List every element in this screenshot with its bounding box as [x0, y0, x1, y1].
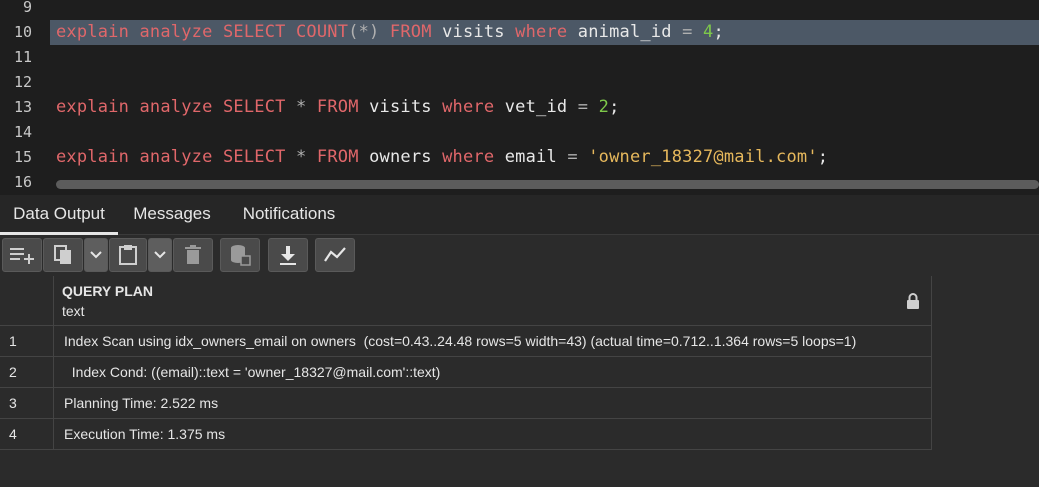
code-token: ;	[817, 147, 829, 167]
line-number: 14	[13, 123, 32, 141]
code-token: visits	[442, 22, 516, 42]
line-code[interactable]: explain analyze SELECT * FROM visits whe…	[56, 95, 620, 120]
copy-icon	[54, 245, 71, 264]
download-button[interactable]	[268, 238, 308, 272]
code-token: ;	[609, 97, 620, 117]
grid-border	[931, 276, 932, 326]
row-number[interactable]: 4	[0, 419, 54, 449]
column-name[interactable]: QUERY PLAN	[62, 283, 153, 299]
query-plan-cell[interactable]: Execution Time: 1.375 ms	[64, 419, 920, 449]
save-data-button[interactable]	[220, 238, 260, 272]
editor-line-12[interactable]: 12	[0, 70, 1039, 95]
code-token: vet_id	[504, 97, 578, 117]
line-number: 15	[13, 148, 32, 166]
code-token: visits	[369, 97, 443, 117]
copy-button[interactable]	[43, 238, 83, 272]
code-token: 2	[598, 97, 610, 117]
graph-visualiser-button[interactable]	[315, 238, 355, 272]
sql-editor[interactable]: 9 10 explain analyze SELECT COUNT(*) FRO…	[0, 0, 1039, 195]
paste-icon	[119, 245, 137, 265]
code-token: (*)	[348, 22, 380, 42]
table-row[interactable]: 2 Index Cond: ((email)::text = 'owner_18…	[0, 357, 932, 388]
code-token: 'owner_18327@mail.com'	[588, 147, 818, 167]
chevron-down-icon	[90, 251, 102, 259]
line-number: 9	[22, 0, 32, 16]
code-token: where	[515, 22, 578, 42]
query-plan-cell[interactable]: Index Cond: ((email)::text = 'owner_1832…	[64, 357, 920, 387]
paste-button[interactable]	[109, 238, 147, 272]
line-number: 10	[13, 23, 32, 41]
code-token: FROM	[316, 147, 370, 167]
line-number: 12	[13, 73, 32, 91]
paste-options-dropdown[interactable]	[148, 238, 172, 272]
line-code[interactable]: explain analyze SELECT * FROM owners whe…	[56, 145, 828, 170]
editor-line-9[interactable]: 9	[0, 0, 1039, 20]
table-row[interactable]: 1 Index Scan using idx_owners_email on o…	[0, 326, 932, 357]
line-number: 11	[13, 48, 32, 66]
code-token: email	[504, 147, 568, 167]
download-icon	[280, 246, 296, 265]
code-token: *	[296, 147, 317, 167]
code-token: animal_id	[577, 22, 683, 42]
editor-line-11[interactable]: 11	[0, 45, 1039, 70]
row-number[interactable]: 3	[0, 388, 54, 418]
code-token: explain analyze SELECT COUNT	[56, 22, 349, 42]
code-token: where	[442, 147, 505, 167]
tab-messages[interactable]: Messages	[118, 195, 226, 235]
grid-corner[interactable]	[0, 276, 54, 326]
horizontal-scrollbar[interactable]	[56, 180, 1039, 189]
editor-line-14[interactable]: 14	[0, 120, 1039, 145]
code-token: FROM	[379, 22, 443, 42]
editor-line-13[interactable]: 13 explain analyze SELECT * FROM visits …	[0, 95, 1039, 120]
column-type: text	[62, 303, 85, 319]
code-token: 4	[703, 22, 714, 42]
code-token: owners	[369, 147, 443, 167]
code-token: ;	[713, 22, 724, 42]
line-number: 13	[13, 98, 32, 116]
code-token: =	[577, 97, 599, 117]
data-output-toolbar	[0, 235, 1039, 276]
tab-data-output[interactable]: Data Output	[0, 195, 118, 235]
row-number[interactable]: 2	[0, 357, 54, 387]
save-data-icon	[231, 245, 251, 266]
add-row-button[interactable]	[2, 238, 42, 272]
delete-row-button[interactable]	[173, 238, 213, 272]
graph-icon	[324, 247, 346, 262]
lock-icon	[907, 293, 919, 309]
grid-header: QUERY PLAN text	[0, 276, 932, 326]
query-plan-cell[interactable]: Planning Time: 2.522 ms	[64, 388, 920, 418]
code-token: =	[567, 147, 589, 167]
chevron-down-icon	[154, 251, 166, 259]
row-number[interactable]: 1	[0, 326, 54, 356]
add-row-icon	[10, 248, 34, 264]
table-row[interactable]: 4 Execution Time: 1.375 ms	[0, 419, 932, 450]
result-tabs: Data Output Messages Notifications	[0, 195, 1039, 235]
delete-icon	[185, 245, 201, 264]
tab-notifications[interactable]: Notifications	[226, 195, 352, 235]
line-code[interactable]: explain analyze SELECT COUNT(*) FROM vis…	[56, 20, 724, 45]
line-number: 16	[13, 173, 32, 191]
copy-options-dropdown[interactable]	[84, 238, 108, 272]
code-token: =	[682, 22, 703, 42]
query-plan-cell[interactable]: Index Scan using idx_owners_email on own…	[64, 326, 920, 356]
code-token: explain analyze SELECT	[56, 147, 297, 167]
table-row[interactable]: 3 Planning Time: 2.522 ms	[0, 388, 932, 419]
editor-line-15[interactable]: 15 explain analyze SELECT * FROM owners …	[0, 145, 1039, 170]
code-token: where	[442, 97, 505, 117]
code-token: explain analyze SELECT	[56, 97, 297, 117]
code-token: FROM	[316, 97, 370, 117]
code-token: *	[296, 97, 317, 117]
editor-line-10[interactable]: 10 explain analyze SELECT COUNT(*) FROM …	[0, 20, 1039, 45]
